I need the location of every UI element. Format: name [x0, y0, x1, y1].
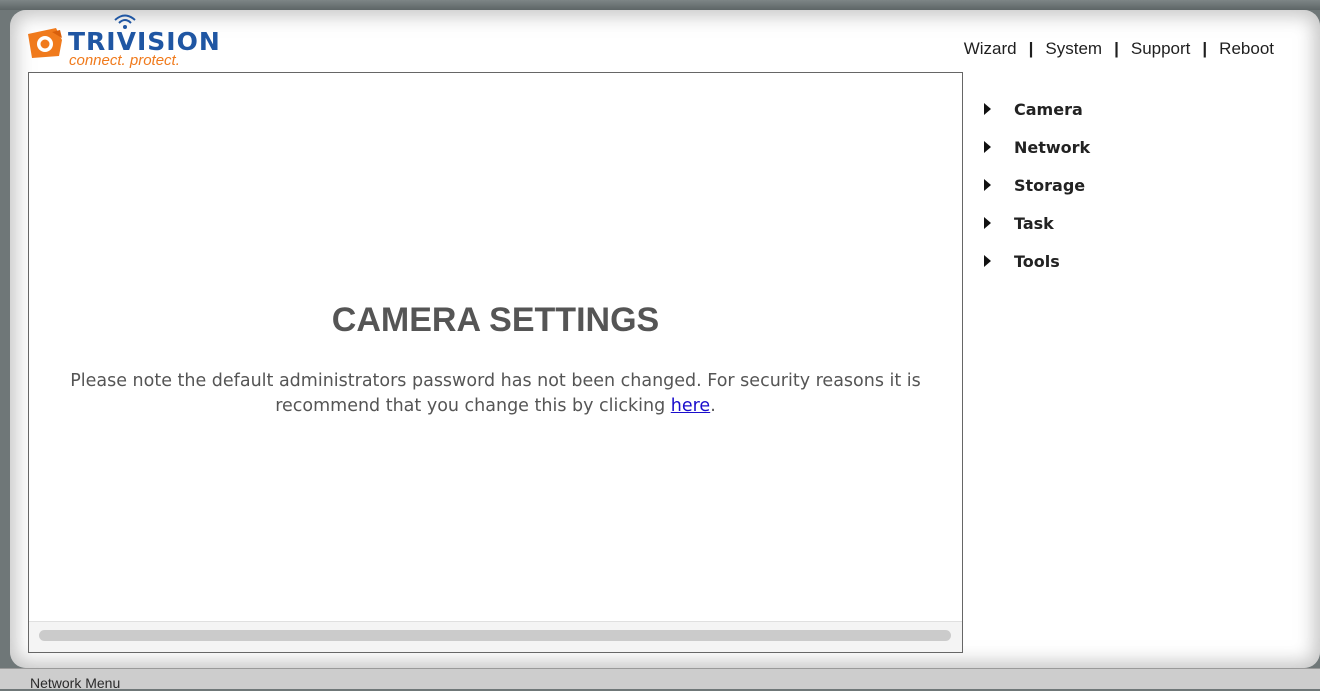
- window-frame: [0, 0, 1320, 10]
- password-warning-message: Please note the default administrators p…: [49, 369, 942, 419]
- nav-wizard-link[interactable]: Wizard: [964, 39, 1017, 59]
- nav-reboot-link[interactable]: Reboot: [1219, 39, 1274, 59]
- horizontal-scrollbar[interactable]: [29, 621, 962, 652]
- page-header: TRIVISION connect. protect. Wizard | Sys…: [24, 14, 1294, 70]
- side-menu: Camera Network Storage Task Tools: [982, 90, 1282, 280]
- warning-text: Please note the default administrators p…: [70, 371, 921, 416]
- side-menu-label: Network: [1014, 137, 1091, 157]
- triangle-right-icon: [984, 103, 991, 115]
- status-bar: Network Menu: [0, 668, 1320, 691]
- nav-support-link[interactable]: Support: [1131, 39, 1191, 59]
- triangle-right-icon: [984, 255, 991, 267]
- side-menu-label: Storage: [1014, 175, 1086, 195]
- side-menu-label: Camera: [1014, 99, 1083, 119]
- triangle-right-icon: [984, 217, 991, 229]
- nav-system-link[interactable]: System: [1045, 39, 1102, 59]
- side-menu-item-network[interactable]: Network: [982, 128, 1282, 166]
- nav-separator: |: [1202, 39, 1208, 58]
- wifi-signal-icon: [114, 14, 136, 29]
- side-menu-item-tools[interactable]: Tools: [982, 242, 1282, 280]
- camera-logo-icon: [28, 28, 62, 58]
- warning-text-end: .: [710, 396, 716, 416]
- logo-tagline: connect. protect.: [69, 52, 180, 69]
- status-text: Network Menu: [30, 675, 121, 691]
- triangle-right-icon: [984, 179, 991, 191]
- trivision-logo[interactable]: TRIVISION connect. protect.: [24, 14, 244, 70]
- content-frame: CAMERA SETTINGS Please note the default …: [28, 72, 963, 653]
- side-menu-label: Task: [1014, 213, 1054, 233]
- side-menu-item-storage[interactable]: Storage: [982, 166, 1282, 204]
- nav-separator: |: [1028, 39, 1034, 58]
- top-navigation: Wizard | System | Support | Reboot: [964, 39, 1274, 59]
- triangle-right-icon: [984, 141, 991, 153]
- page-title: CAMERA SETTINGS: [331, 301, 660, 339]
- side-menu-item-camera[interactable]: Camera: [982, 90, 1282, 128]
- side-menu-item-task[interactable]: Task: [982, 204, 1282, 242]
- nav-separator: |: [1114, 39, 1119, 58]
- scrollbar-thumb[interactable]: [39, 630, 951, 641]
- side-menu-label: Tools: [1014, 251, 1060, 271]
- change-password-link[interactable]: here: [671, 396, 710, 416]
